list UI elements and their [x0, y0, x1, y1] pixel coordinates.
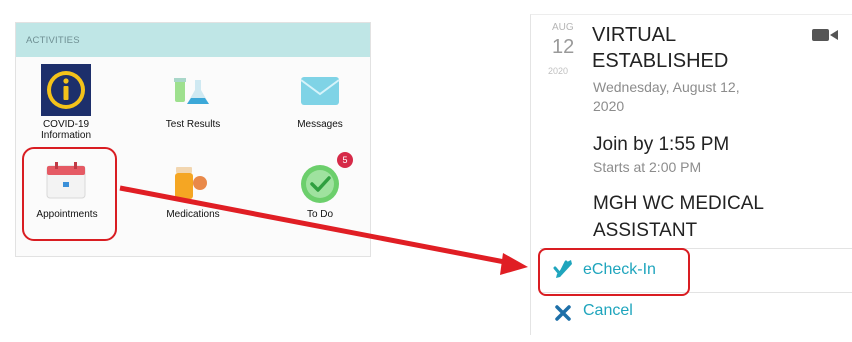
- activities-header: ACTIVITIES: [16, 23, 370, 57]
- appointment-type: VIRTUAL ESTABLISHED: [592, 24, 729, 72]
- envelope-icon[interactable]: [300, 76, 340, 106]
- appointment-day: 12: [552, 36, 575, 58]
- pill-bottle-icon[interactable]: [170, 163, 210, 201]
- tile-medications-label[interactable]: Medications: [150, 209, 236, 220]
- appointment-month: AUG: [552, 22, 574, 33]
- tile-todo-label[interactable]: To Do: [285, 209, 355, 220]
- join-by-time: Join by 1:55 PM: [593, 134, 730, 155]
- close-icon[interactable]: [554, 304, 572, 322]
- todo-count-badge: 5: [337, 152, 353, 168]
- appointment-year: 2020: [548, 66, 569, 76]
- echeckin-highlight-box: [538, 248, 690, 296]
- cancel-button[interactable]: Cancel: [583, 302, 633, 320]
- department-name: MGH WC MEDICAL ASSISTANT: [593, 193, 764, 241]
- info-icon[interactable]: [41, 64, 91, 116]
- video-camera-icon: [812, 29, 838, 41]
- appointment-full-date: Wednesday, August 12, 2020: [593, 79, 740, 114]
- checkmark-circle-icon[interactable]: [297, 162, 343, 204]
- tile-covid-label[interactable]: COVID-19 Information: [30, 119, 102, 141]
- appointments-highlight-box: [22, 147, 117, 241]
- test-tubes-icon[interactable]: [171, 74, 213, 110]
- tile-test-results-label[interactable]: Test Results: [150, 119, 236, 130]
- starts-at-time: Starts at 2:00 PM: [593, 159, 702, 175]
- tile-messages-label[interactable]: Messages: [280, 119, 360, 130]
